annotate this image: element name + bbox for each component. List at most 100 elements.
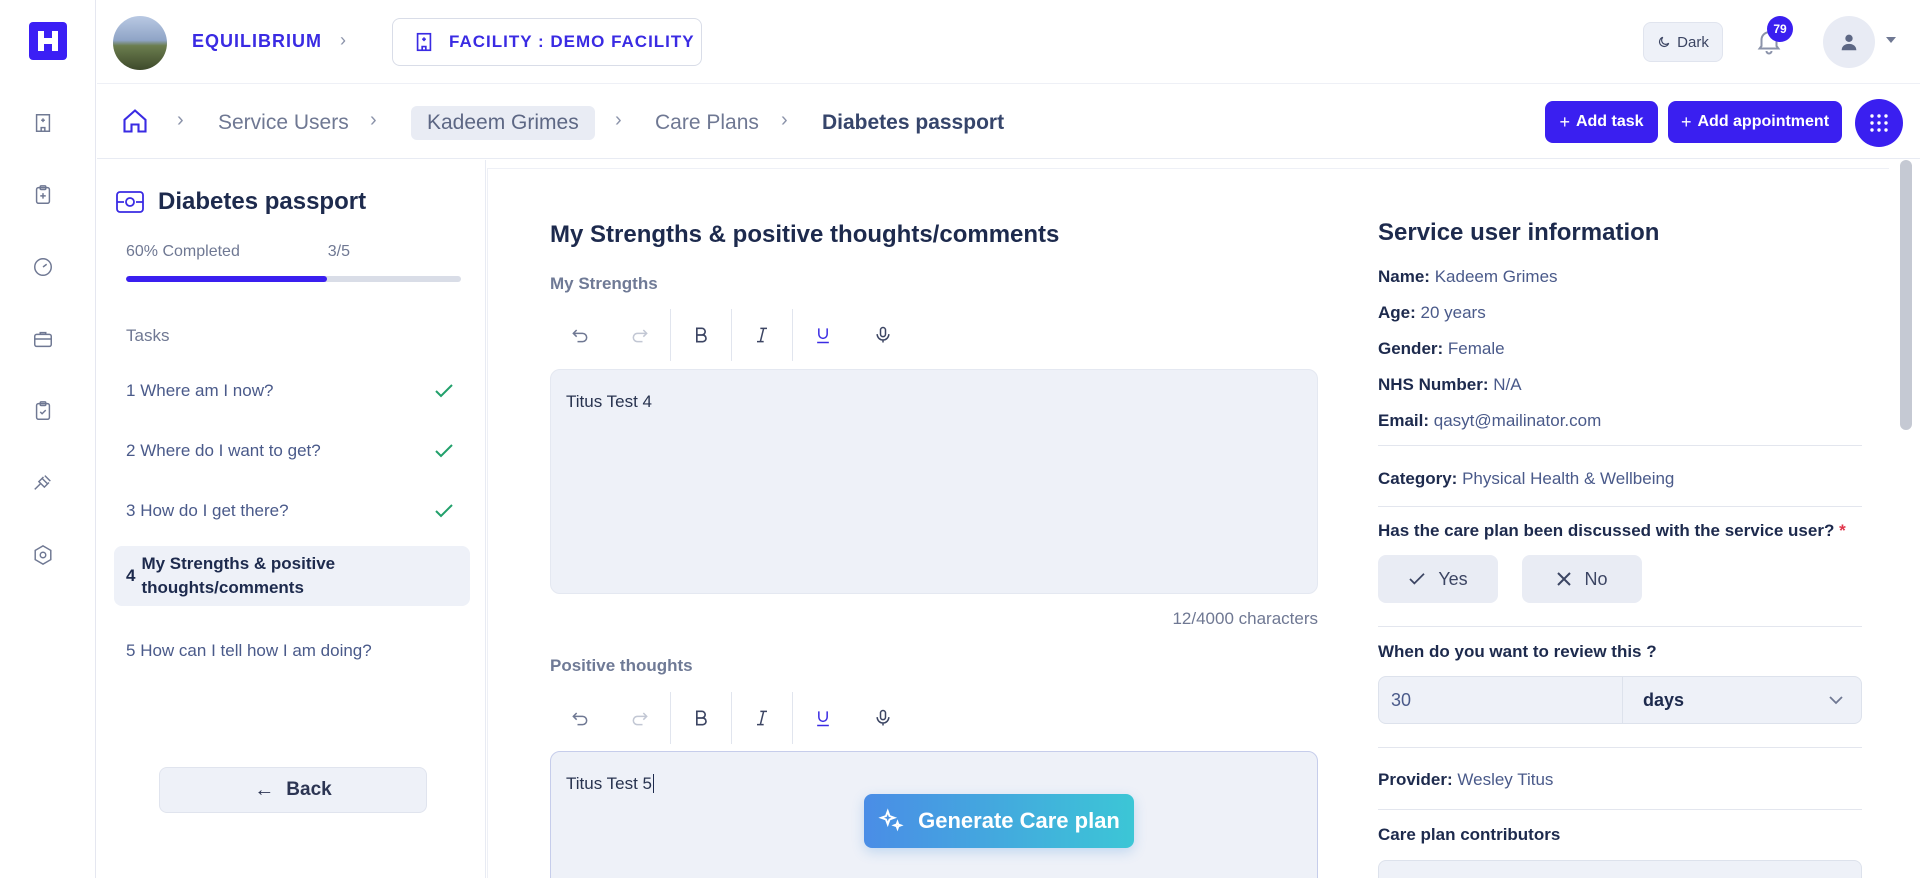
main-content: My Strengths & positive thoughts/comment… bbox=[487, 168, 1889, 878]
info-gender: Gender: Female bbox=[1378, 339, 1505, 359]
settings-hexagon-icon[interactable] bbox=[30, 542, 56, 568]
facility-selector-button[interactable]: FACILITY : DEMO FACILITY bbox=[392, 18, 702, 66]
microphone-icon[interactable] bbox=[853, 309, 913, 361]
x-icon bbox=[1557, 572, 1572, 586]
info-gender-value: Female bbox=[1447, 339, 1505, 358]
page-scrollbar[interactable] bbox=[1900, 160, 1912, 430]
undo-icon[interactable] bbox=[550, 692, 610, 744]
generate-care-plan-label: Generate Care plan bbox=[918, 808, 1120, 833]
italic-icon[interactable] bbox=[732, 692, 792, 744]
gauge-icon[interactable] bbox=[30, 254, 56, 280]
bold-icon[interactable] bbox=[671, 692, 731, 744]
clipboard-plus-icon[interactable] bbox=[30, 182, 56, 208]
theme-toggle-label: Dark bbox=[1677, 33, 1709, 51]
care-plan-sidebar: Diabetes passport 60% Completed 3/5 Task… bbox=[97, 160, 486, 878]
back-button[interactable]: ← Back bbox=[159, 767, 427, 813]
divider bbox=[1378, 445, 1862, 446]
divider bbox=[1378, 809, 1862, 810]
theme-toggle-button[interactable]: Dark bbox=[1643, 22, 1723, 62]
text-cursor bbox=[652, 774, 654, 793]
arrow-left-icon: ← bbox=[254, 778, 275, 801]
redo-icon[interactable] bbox=[610, 692, 670, 744]
info-name-value: Kadeem Grimes bbox=[1434, 267, 1558, 286]
underline-icon[interactable] bbox=[793, 692, 853, 744]
info-email: Email: qasyt@mailinator.com bbox=[1378, 411, 1601, 431]
undo-icon[interactable] bbox=[550, 309, 610, 361]
plus-icon: + bbox=[1559, 111, 1570, 132]
check-icon bbox=[1409, 573, 1425, 585]
check-icon bbox=[435, 504, 453, 518]
my-strengths-editor[interactable]: Titus Test 4 bbox=[550, 369, 1318, 594]
info-email-label: Email: bbox=[1378, 411, 1430, 430]
task-item[interactable]: 2 Where do I want to get? bbox=[114, 436, 470, 466]
breadcrumb-care-plans[interactable]: Care Plans bbox=[655, 111, 759, 135]
divider bbox=[1378, 747, 1862, 748]
breadcrumb-current: Diabetes passport bbox=[822, 111, 1005, 134]
passport-icon bbox=[116, 191, 144, 213]
info-category: Category: Physical Health & Wellbeing bbox=[1378, 469, 1674, 489]
generate-care-plan-button[interactable]: Generate Care plan bbox=[864, 794, 1134, 848]
sparkles-icon bbox=[878, 808, 904, 832]
notification-count-badge: 79 bbox=[1767, 16, 1793, 42]
check-icon bbox=[435, 384, 453, 398]
facility-building-icon bbox=[416, 32, 432, 52]
review-number-input[interactable]: 30 bbox=[1379, 677, 1623, 723]
chevron-right-icon: › bbox=[340, 30, 346, 50]
caret-down-icon[interactable] bbox=[1885, 36, 1897, 44]
bold-icon[interactable] bbox=[671, 309, 731, 361]
breadcrumb-service-users[interactable]: Service Users bbox=[218, 111, 349, 135]
app-logo-icon[interactable] bbox=[29, 22, 67, 60]
add-appointment-button[interactable]: + Add appointment bbox=[1668, 101, 1842, 143]
section-title: My Strengths & positive thoughts/comment… bbox=[550, 221, 1060, 248]
plus-icon: + bbox=[1680, 111, 1692, 132]
info-email-value: qasyt@mailinator.com bbox=[1433, 411, 1602, 430]
add-task-button[interactable]: + Add task bbox=[1545, 101, 1658, 143]
yes-label: Yes bbox=[1438, 568, 1468, 589]
chevron-right-icon: › bbox=[370, 109, 377, 131]
home-icon[interactable] bbox=[121, 107, 149, 135]
organization-avatar[interactable] bbox=[113, 16, 167, 70]
info-provider: Provider: Wesley Titus bbox=[1378, 770, 1553, 790]
divider bbox=[1378, 626, 1862, 627]
editor-toolbar bbox=[550, 309, 913, 361]
review-unit-select[interactable]: days bbox=[1623, 677, 1861, 723]
microphone-icon[interactable] bbox=[853, 692, 913, 744]
redo-icon[interactable] bbox=[610, 309, 670, 361]
task-number: 4 bbox=[126, 566, 136, 585]
divider bbox=[1378, 506, 1862, 507]
yes-button[interactable]: Yes bbox=[1378, 555, 1498, 603]
italic-icon[interactable] bbox=[732, 309, 792, 361]
info-age-value: 20 years bbox=[1420, 303, 1486, 322]
add-task-label: Add task bbox=[1575, 113, 1644, 130]
task-item[interactable]: 5 How can I tell how I am doing? bbox=[114, 636, 470, 666]
info-age-label: Age: bbox=[1378, 303, 1416, 322]
gavel-icon[interactable] bbox=[30, 470, 56, 496]
left-rail bbox=[0, 0, 96, 878]
progress-bar bbox=[126, 276, 461, 282]
task-number: 2 bbox=[126, 441, 136, 460]
care-plan-title-text: Diabetes passport bbox=[158, 188, 367, 215]
task-item[interactable]: 1 Where am I now? bbox=[114, 376, 470, 406]
task-item-active[interactable]: 4 My Strengths & positive thoughts/comme… bbox=[114, 546, 470, 606]
back-label: Back bbox=[286, 779, 332, 800]
clipboard-check-icon[interactable] bbox=[30, 398, 56, 424]
briefcase-icon[interactable] bbox=[30, 326, 56, 352]
moon-icon bbox=[1659, 36, 1670, 47]
underline-icon[interactable] bbox=[793, 309, 853, 361]
organization-name[interactable]: EQUILIBRIUM bbox=[192, 31, 322, 52]
apps-grid-button[interactable] bbox=[1855, 99, 1903, 147]
no-button[interactable]: No bbox=[1522, 555, 1642, 603]
editor-toolbar bbox=[550, 692, 913, 744]
task-label: Where do I want to get? bbox=[140, 441, 321, 460]
info-provider-value: Wesley Titus bbox=[1457, 770, 1554, 789]
positive-thoughts-label: Positive thoughts bbox=[550, 656, 693, 675]
contributors-label: Care plan contributors bbox=[1378, 825, 1561, 844]
building-icon[interactable] bbox=[30, 110, 56, 136]
user-avatar[interactable] bbox=[1823, 16, 1875, 68]
care-plan-title: Diabetes passport bbox=[116, 188, 366, 216]
progress-count: 3/5 bbox=[327, 243, 350, 260]
top-bar: EQUILIBRIUM › FACILITY : DEMO FACILITY D… bbox=[97, 0, 1920, 84]
task-item[interactable]: 3 How do I get there? bbox=[114, 496, 470, 526]
contributors-select[interactable] bbox=[1378, 860, 1862, 878]
breadcrumb-service-user-name[interactable]: Kadeem Grimes bbox=[411, 106, 595, 140]
